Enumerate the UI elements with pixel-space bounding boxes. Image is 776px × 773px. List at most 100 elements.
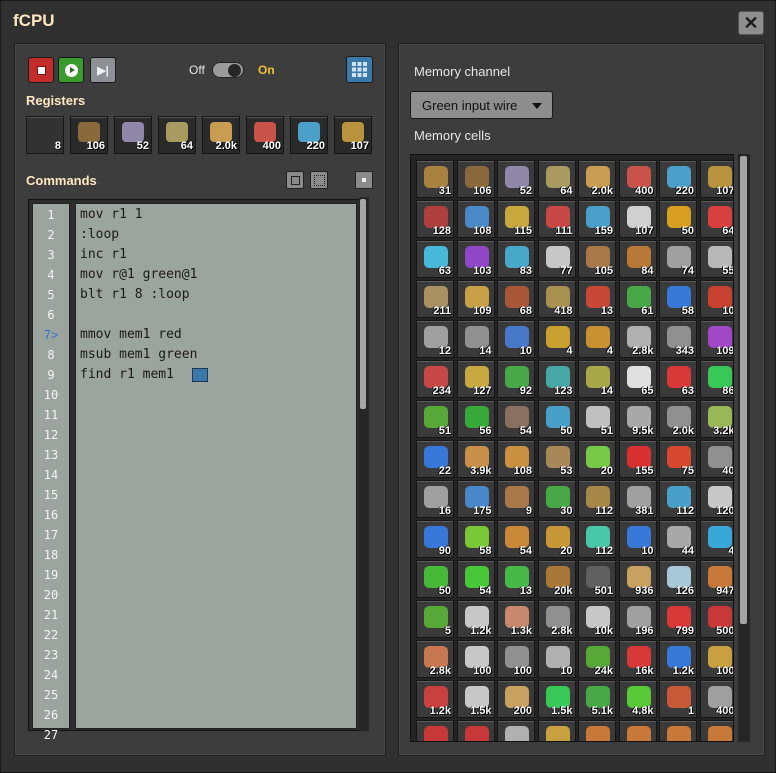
memory-cell[interactable]: 220 — [659, 160, 697, 198]
memory-cell[interactable]: 20k — [537, 560, 576, 598]
memory-cell[interactable]: 65 — [618, 360, 657, 398]
memory-cell[interactable]: 50 — [659, 200, 697, 238]
memory-cell[interactable]: 1.5k — [537, 680, 576, 718]
memory-cell[interactable]: 44 — [659, 520, 697, 558]
memory-cell[interactable]: 83 — [497, 240, 535, 278]
memory-cell[interactable]: 40 — [699, 440, 733, 478]
close-button[interactable]: ✕ — [738, 11, 764, 35]
register-slot[interactable]: 8 — [26, 116, 64, 154]
memory-cell[interactable]: 108 — [497, 440, 535, 478]
code-scrollbar[interactable] — [359, 197, 369, 731]
memory-cell[interactable] — [456, 720, 495, 741]
memory-cell[interactable]: 51 — [416, 400, 454, 438]
memory-cell[interactable]: 799 — [659, 600, 697, 638]
register-slot[interactable]: 52 — [114, 116, 152, 154]
memory-cell[interactable]: 9 — [497, 480, 535, 518]
select-button[interactable] — [310, 171, 328, 189]
memory-cell[interactable] — [537, 720, 576, 741]
memory-cell[interactable]: 2.8k — [618, 320, 657, 358]
memory-cell[interactable]: 211 — [416, 280, 454, 318]
memory-cell[interactable]: 1 — [659, 680, 697, 718]
memory-cell[interactable]: 10 — [618, 520, 657, 558]
memory-cell[interactable]: 4 — [699, 520, 733, 558]
memory-cell[interactable] — [416, 720, 454, 741]
memory-cell[interactable]: 159 — [578, 200, 616, 238]
register-slot[interactable]: 2.0k — [202, 116, 240, 154]
memory-cell[interactable]: 2.0k — [659, 400, 697, 438]
memory-cell[interactable]: 234 — [416, 360, 454, 398]
memory-cell[interactable]: 1.2k — [659, 640, 697, 678]
memory-cell[interactable]: 75 — [659, 440, 697, 478]
memory-cell[interactable]: 58 — [659, 280, 697, 318]
memory-cell[interactable]: 10 — [537, 640, 576, 678]
layout-button[interactable] — [346, 56, 373, 83]
memory-cell[interactable]: 112 — [578, 480, 616, 518]
memory-cell[interactable]: 107 — [699, 160, 733, 198]
memory-cell[interactable]: 5.1k — [578, 680, 616, 718]
memory-cell[interactable] — [578, 720, 616, 741]
memory-cell[interactable]: 120 — [699, 480, 733, 518]
copy-button[interactable] — [286, 171, 304, 189]
memory-cell[interactable]: 936 — [618, 560, 657, 598]
memory-cell[interactable]: 20 — [578, 440, 616, 478]
memory-cell[interactable]: 100 — [497, 640, 535, 678]
memory-cell[interactable]: 127 — [456, 360, 495, 398]
memory-cell[interactable]: 175 — [456, 480, 495, 518]
memory-scrollbar[interactable] — [738, 154, 750, 742]
memory-cell[interactable]: 68 — [497, 280, 535, 318]
memory-cell[interactable]: 418 — [537, 280, 576, 318]
stop-button[interactable] — [28, 57, 54, 83]
power-toggle[interactable] — [212, 62, 244, 78]
memory-cell[interactable]: 501 — [578, 560, 616, 598]
memory-cell[interactable]: 112 — [659, 480, 697, 518]
memory-cell[interactable]: 123 — [537, 360, 576, 398]
memory-cell[interactable]: 100 — [456, 640, 495, 678]
memory-cell[interactable]: 2.8k — [537, 600, 576, 638]
memory-cell[interactable]: 105 — [578, 240, 616, 278]
memory-cell[interactable]: 103 — [456, 240, 495, 278]
memory-cell[interactable]: 1.3k — [497, 600, 535, 638]
memory-cell[interactable]: 63 — [659, 360, 697, 398]
memory-cell[interactable]: 16 — [416, 480, 454, 518]
memory-cell[interactable]: 200 — [497, 680, 535, 718]
register-slot[interactable]: 220 — [290, 116, 328, 154]
memory-cell[interactable]: 63 — [416, 240, 454, 278]
memory-cell[interactable]: 100 — [699, 640, 733, 678]
memory-cell[interactable]: 54 — [456, 560, 495, 598]
memory-cell[interactable] — [699, 720, 733, 741]
memory-cell[interactable]: 381 — [618, 480, 657, 518]
memory-cell[interactable]: 1.5k — [456, 680, 495, 718]
memory-cell[interactable]: 77 — [537, 240, 576, 278]
register-slot[interactable]: 400 — [246, 116, 284, 154]
memory-channel-dropdown[interactable]: Green input wire — [410, 91, 553, 119]
memory-cell[interactable]: 53 — [537, 440, 576, 478]
memory-cell[interactable]: 500 — [699, 600, 733, 638]
memory-cell[interactable]: 50 — [416, 560, 454, 598]
code-editor[interactable]: 1 2 3 4 5 6 7> 8 9 10 11 12 13 14 15 16 17 18 19 20 21 22 23 24… — [28, 199, 368, 742]
memory-cell[interactable]: 111 — [537, 200, 576, 238]
memory-cell[interactable]: 106 — [456, 160, 495, 198]
memory-cell[interactable]: 10k — [578, 600, 616, 638]
memory-cell[interactable]: 13 — [497, 560, 535, 598]
memory-cell[interactable] — [497, 720, 535, 741]
memory-cell[interactable]: 14 — [578, 360, 616, 398]
memory-cell[interactable]: 5 — [416, 600, 454, 638]
memory-cell[interactable]: 84 — [618, 240, 657, 278]
register-slot[interactable]: 107 — [334, 116, 372, 154]
memory-cell[interactable]: 90 — [416, 520, 454, 558]
memory-cell[interactable]: 64 — [537, 160, 576, 198]
memory-cell[interactable]: 115 — [497, 200, 535, 238]
memory-cell[interactable]: 14 — [456, 320, 495, 358]
code-text-area[interactable]: mov r1 1:loop inc r1 mov r@1 green@1 blt r1… — [75, 203, 357, 729]
memory-cell[interactable]: 64 — [699, 200, 733, 238]
memory-cell[interactable]: 196 — [618, 600, 657, 638]
memory-cell[interactable]: 20 — [537, 520, 576, 558]
memory-cell[interactable]: 92 — [497, 360, 535, 398]
memory-cell[interactable]: 51 — [578, 400, 616, 438]
code-scroll-thumb[interactable] — [360, 199, 366, 409]
memory-cell[interactable]: 58 — [456, 520, 495, 558]
memory-cell[interactable]: 9.5k — [618, 400, 657, 438]
memory-cell[interactable]: 126 — [659, 560, 697, 598]
memory-cell[interactable]: 109 — [699, 320, 733, 358]
memory-cell[interactable]: 22 — [416, 440, 454, 478]
